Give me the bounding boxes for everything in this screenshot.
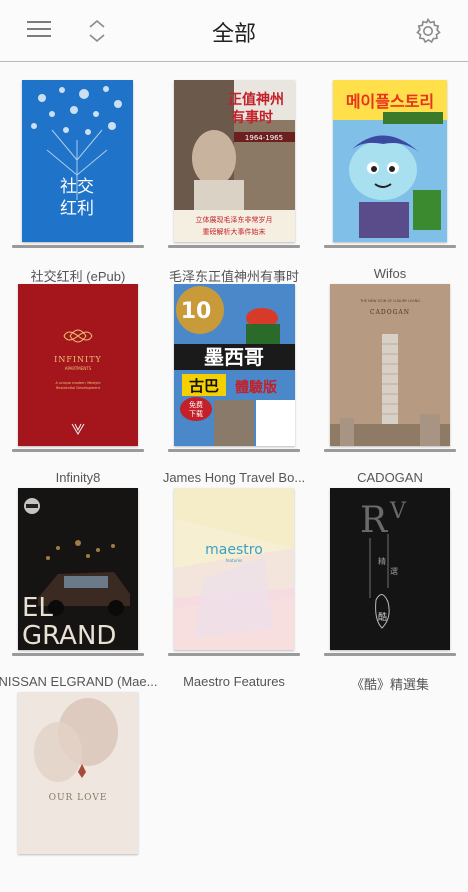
book-title: NISSAN ELGRAND (Mae... xyxy=(0,674,158,689)
svg-text:maestro: maestro xyxy=(205,542,263,558)
book-item[interactable]: THE NEW ICON OF LUXURY LIVING CADOGAN CA… xyxy=(312,284,468,485)
book-cover[interactable]: 메이플스토리 xyxy=(333,80,447,242)
svg-text:features: features xyxy=(226,558,243,563)
svg-text:메이플스토리: 메이플스토리 xyxy=(346,92,434,111)
book-cover[interactable]: THE NEW ICON OF LUXURY LIVING CADOGAN xyxy=(330,284,450,446)
svg-text:體驗版: 體驗版 xyxy=(235,379,277,396)
svg-text:酷: 酷 xyxy=(378,611,387,623)
svg-text:墨西哥: 墨西哥 xyxy=(204,345,264,369)
book-item[interactable]: OUR LOVE xyxy=(0,692,156,892)
book-title: 毛泽东正值神州有事时 xyxy=(168,269,299,284)
shelf-line xyxy=(168,653,300,656)
shelf-line xyxy=(324,245,456,248)
svg-text:免费: 免费 xyxy=(189,400,203,409)
book-title: CADOGAN xyxy=(357,470,423,485)
svg-text:OUR LOVE: OUR LOVE xyxy=(49,793,108,803)
svg-text:CADOGAN: CADOGAN xyxy=(370,309,410,316)
svg-text:EL: EL xyxy=(22,593,53,623)
book-title: 《酷》精選集 xyxy=(350,677,429,692)
svg-text:GRAND: GRAND xyxy=(22,621,116,650)
book-title: Maestro Features xyxy=(183,674,285,689)
book-title: Wifos xyxy=(373,266,407,281)
book-cover[interactable]: INFINITY APARTMENTS A unique modern life… xyxy=(18,284,138,446)
svg-text:下载: 下载 xyxy=(189,409,203,418)
book-cover[interactable]: 社交 红利 xyxy=(22,80,133,242)
cover-title: 社交 xyxy=(60,177,94,197)
book-cover[interactable]: EL GRAND xyxy=(18,488,138,650)
shelf-line xyxy=(12,449,144,452)
book-cover[interactable]: maestro features xyxy=(174,488,294,650)
book-cover[interactable]: OUR LOVE xyxy=(18,692,138,854)
book-item[interactable]: maestro features Maestro Features xyxy=(156,488,312,689)
book-title: 社交红利 (ePub) xyxy=(30,269,126,284)
shelf-line xyxy=(168,245,300,248)
svg-text:精: 精 xyxy=(378,556,386,566)
svg-text:V: V xyxy=(389,499,407,524)
shelf-line xyxy=(12,245,144,248)
book-grid: 社交 红利 社交红利 (ePub) 正值神州 有事时 1964-1965 立体展… xyxy=(0,62,468,854)
svg-text:红利: 红利 xyxy=(60,199,94,219)
svg-text:立体展现毛泽东非常岁月: 立体展现毛泽东非常岁月 xyxy=(196,215,273,224)
book-item[interactable]: R V 精 選 酷 《酷》精選集 xyxy=(312,488,468,692)
svg-text:1964-1965: 1964-1965 xyxy=(245,134,283,142)
svg-text:A unique modern lifestyle: A unique modern lifestyle xyxy=(56,381,101,385)
svg-text:INFINITY: INFINITY xyxy=(54,355,102,364)
shelf-line xyxy=(324,449,456,452)
shelf-line xyxy=(324,653,456,656)
book-title: James Hong Travel Bo... xyxy=(162,470,306,485)
book-cover[interactable]: R V 精 選 酷 xyxy=(330,488,450,650)
svg-text:10: 10 xyxy=(181,299,212,324)
book-cover[interactable]: 正值神州 有事时 1964-1965 立体展现毛泽东非常岁月 重磅解析大事件始末 xyxy=(174,80,295,242)
svg-text:古巴: 古巴 xyxy=(189,377,219,395)
gear-icon[interactable] xyxy=(414,17,442,45)
svg-text:R: R xyxy=(360,500,388,541)
svg-text:選: 選 xyxy=(390,566,398,576)
book-item[interactable]: 社交 红利 社交红利 (ePub) xyxy=(0,80,156,284)
book-item[interactable]: EL GRAND NISSAN ELGRAND (Mae... xyxy=(0,488,158,689)
svg-text:Residential Development: Residential Development xyxy=(56,386,101,390)
svg-text:THE NEW ICON OF LUXURY LIVING: THE NEW ICON OF LUXURY LIVING xyxy=(359,299,420,303)
book-cover[interactable]: 10 墨西哥 古巴 體驗版 免费 下载 xyxy=(174,284,295,446)
svg-text:APARTMENTS: APARTMENTS xyxy=(65,366,92,371)
page-title: 全部 xyxy=(211,22,256,47)
svg-text:正值神州: 正值神州 xyxy=(228,91,284,108)
svg-text:有事时: 有事时 xyxy=(231,109,273,126)
svg-text:重磅解析大事件始末: 重磅解析大事件始末 xyxy=(203,227,266,236)
book-item[interactable]: 正值神州 有事时 1964-1965 立体展现毛泽东非常岁月 重磅解析大事件始末… xyxy=(156,80,312,284)
book-title: Infinity8 xyxy=(55,470,101,485)
book-item[interactable]: INFINITY APARTMENTS A unique modern life… xyxy=(0,284,156,485)
book-item[interactable]: 메이플스토리 Wifos xyxy=(312,80,468,281)
shelf-line xyxy=(168,449,300,452)
app-header: 全部 xyxy=(0,0,468,62)
shelf-line xyxy=(12,653,144,656)
book-item[interactable]: 10 墨西哥 古巴 體驗版 免费 下载 James Hong Travel Bo… xyxy=(156,284,312,485)
